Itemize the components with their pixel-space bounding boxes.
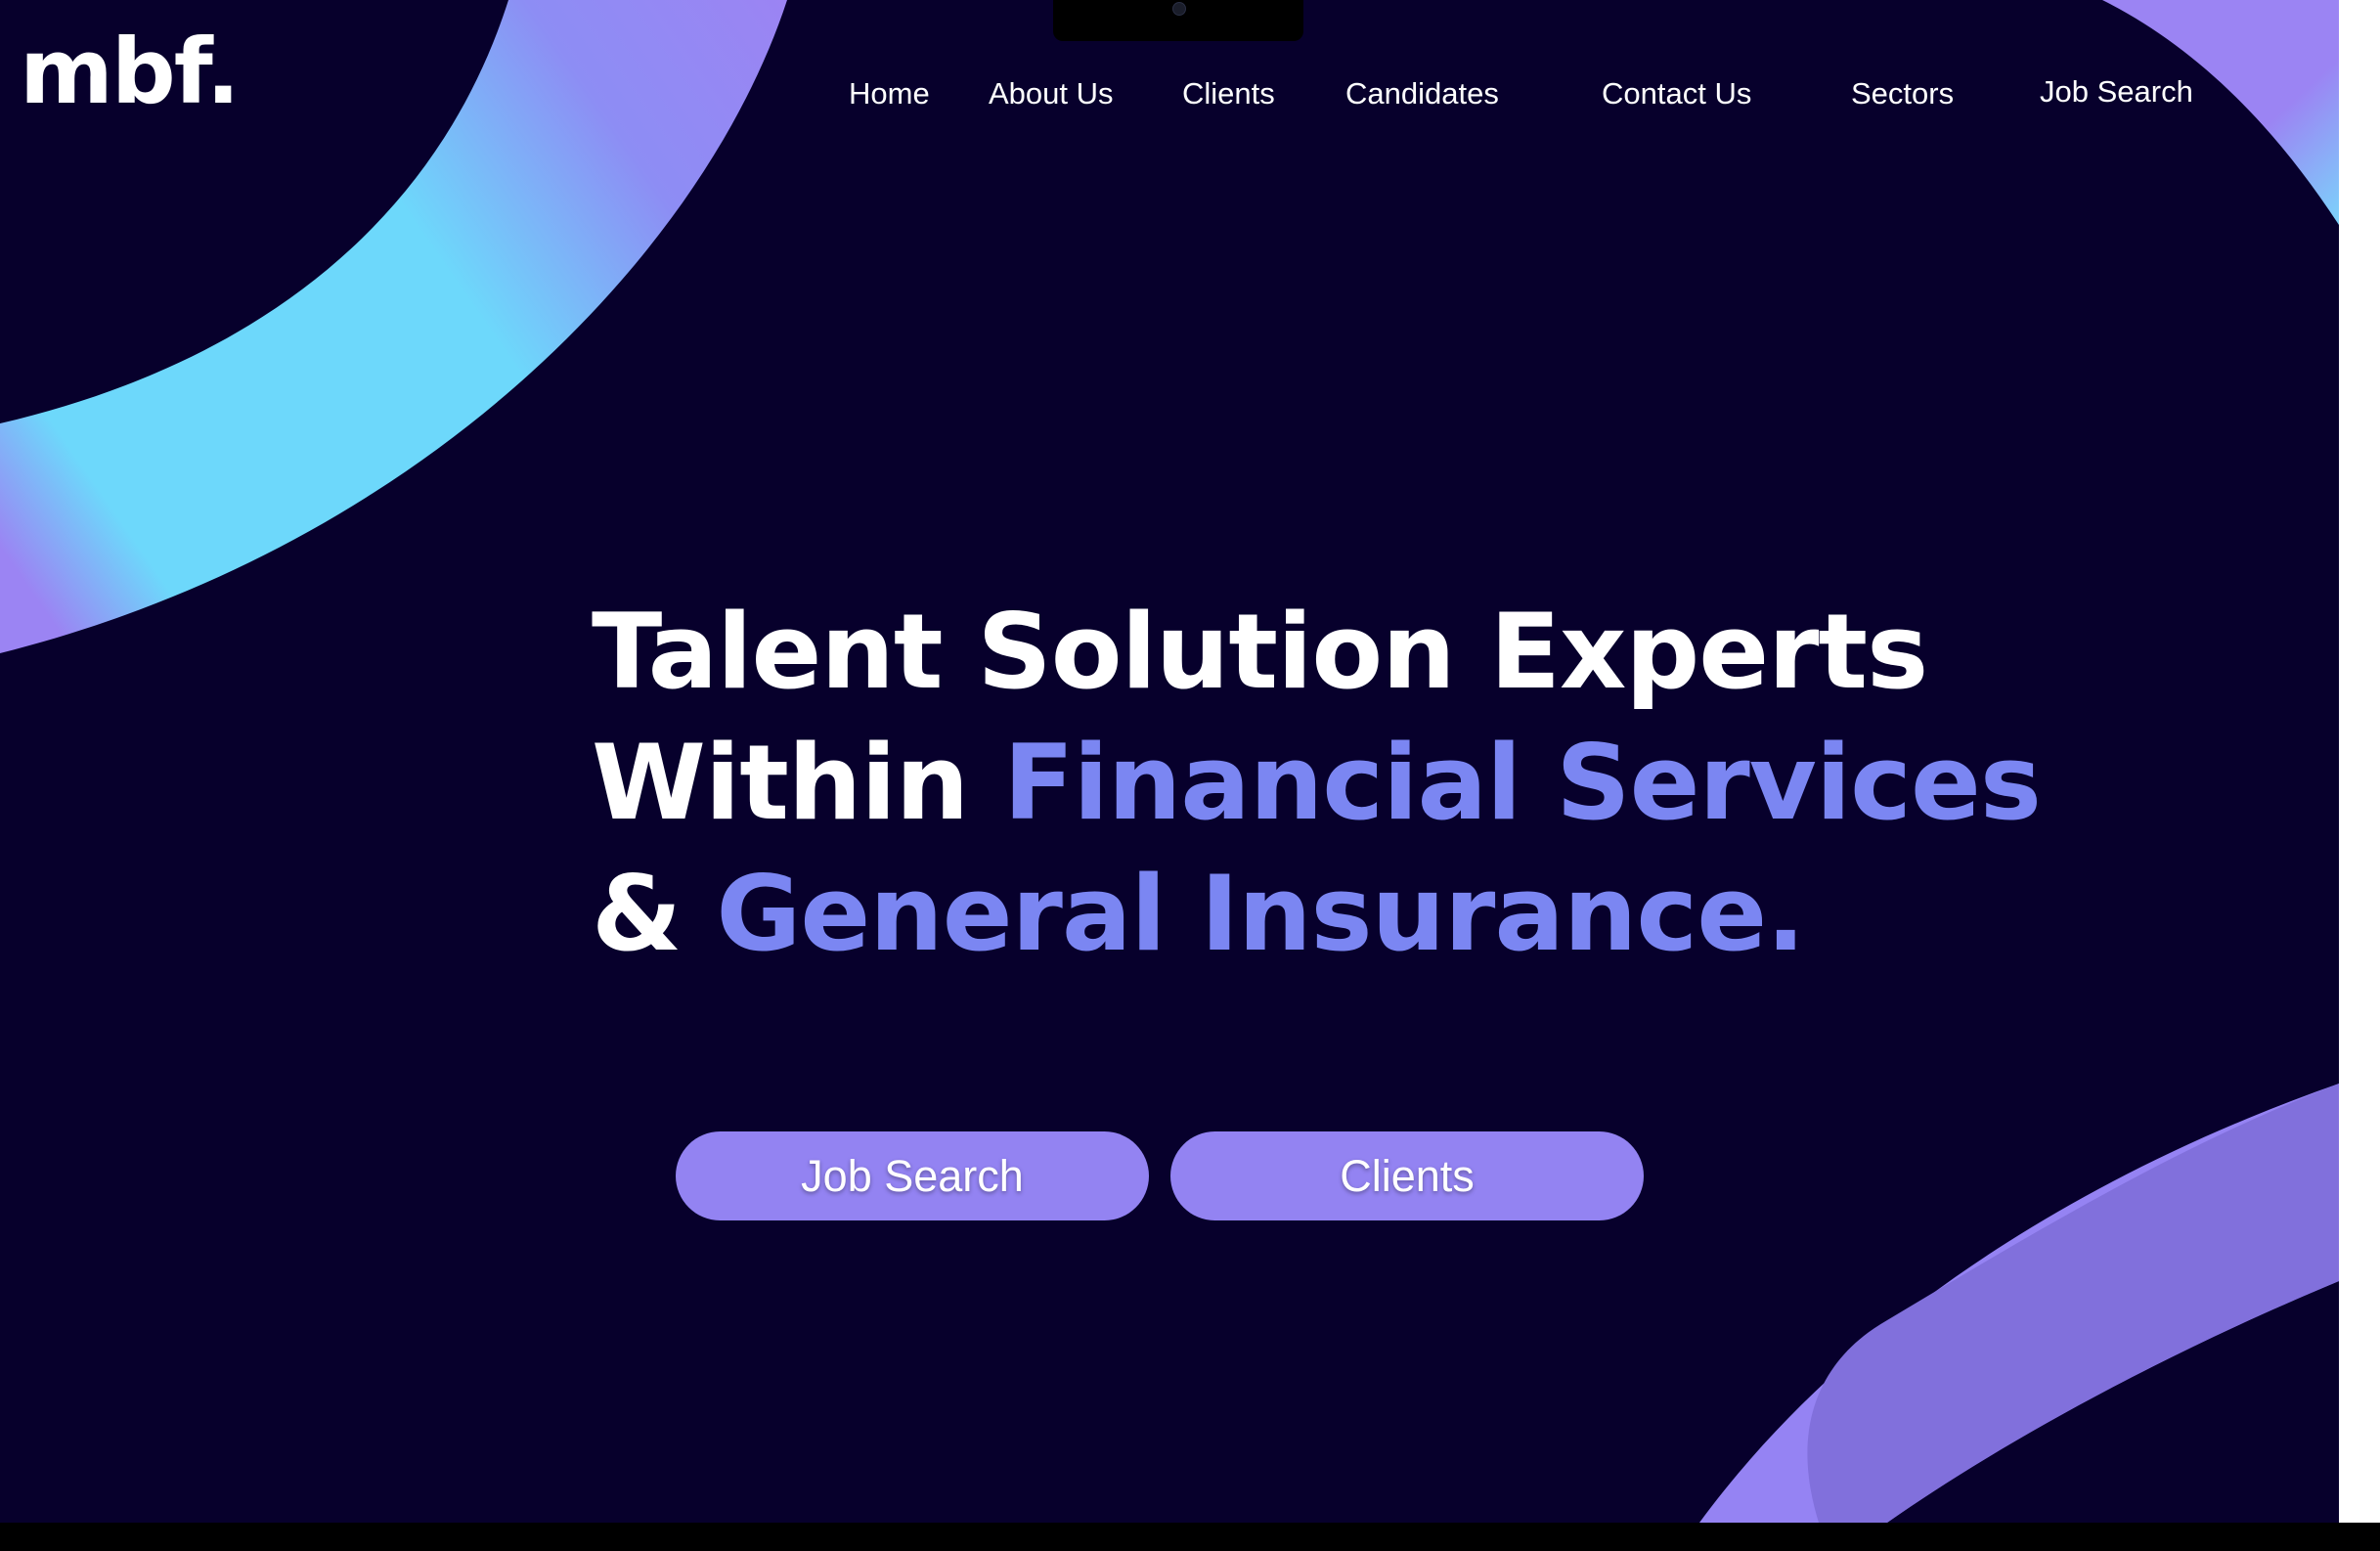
nav-contact-us[interactable]: Contact Us (1602, 76, 1751, 111)
hero-line-3: & General Insurance. (592, 849, 2041, 980)
ribbon-bottom-right-shade (1807, 1084, 2339, 1523)
website-viewport: mbf. Home About Us Clients Candidates Co… (0, 0, 2339, 1523)
device-frame: mbf. Home About Us Clients Candidates Co… (0, 0, 2380, 1551)
nav-job-search[interactable]: Job Search (2040, 74, 2193, 110)
nav-about-us[interactable]: About Us (989, 76, 1114, 111)
hero-line-2: Within Financial Services (592, 718, 2042, 849)
bottom-bezel (0, 1523, 2380, 1551)
clients-button[interactable]: Clients (1170, 1131, 1644, 1220)
hero-line-1: Talent Solution Experts (592, 587, 2041, 718)
main-navigation: Home About Us Clients Candidates Contact… (0, 74, 2339, 119)
nav-candidates[interactable]: Candidates (1345, 76, 1499, 111)
webcam-icon (1172, 2, 1186, 16)
hero-line-2-accent: Financial Services (1003, 723, 2042, 843)
hero-line-3-white: & (592, 854, 717, 974)
job-search-button[interactable]: Job Search (676, 1131, 1149, 1220)
hero-line-3-accent: General Insurance. (716, 854, 1805, 974)
camera-notch (1053, 0, 1303, 41)
hero-line-1-text: Talent Solution Experts (592, 592, 1928, 712)
nav-sectors[interactable]: Sectors (1851, 76, 1954, 111)
right-margin (2339, 0, 2380, 1551)
nav-home[interactable]: Home (849, 76, 930, 111)
nav-clients[interactable]: Clients (1182, 76, 1275, 111)
hero-headline: Talent Solution Experts Within Financial… (592, 587, 2042, 980)
hero-line-2-white: Within (592, 723, 1004, 843)
